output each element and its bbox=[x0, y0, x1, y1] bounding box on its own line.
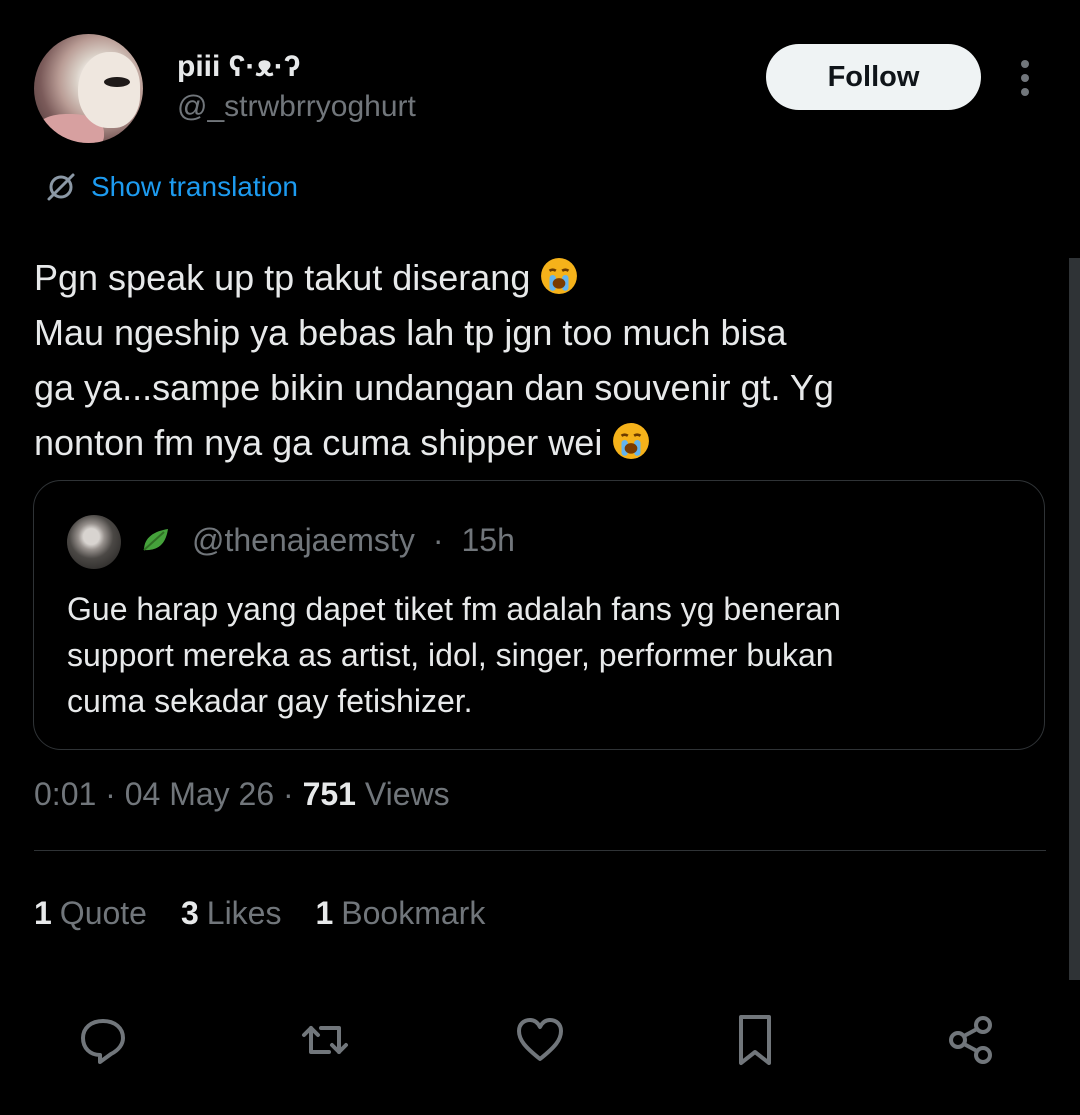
tweet-line: nonton fm nya ga cuma shipper wei bbox=[34, 415, 984, 470]
divider bbox=[34, 850, 1046, 851]
bookmark-icon bbox=[739, 1015, 771, 1065]
tweet-line: Mau ngeship ya bebas lah tp jgn too much… bbox=[34, 312, 787, 353]
tweet-date: 04 May 26 bbox=[124, 776, 275, 812]
quoted-line: support mereka as artist, idol, singer, … bbox=[67, 637, 834, 673]
tweet-text: Pgn speak up tp takut diserang Mau ngesh… bbox=[34, 250, 984, 470]
stat-quotes[interactable]: 1 Quote bbox=[34, 891, 147, 935]
share-button[interactable] bbox=[937, 1005, 1007, 1075]
engagement-stats: 1 Quote 3 Likes 1 Bookmark bbox=[34, 891, 485, 935]
avatar-face bbox=[78, 52, 140, 128]
show-translation-label: Show translation bbox=[91, 171, 299, 202]
show-translation-link[interactable]: Show translation bbox=[45, 171, 298, 203]
quoted-separator: · bbox=[432, 521, 444, 558]
meta-separator: · bbox=[105, 776, 125, 812]
author-handle[interactable]: @_strwbrryoghurt bbox=[177, 89, 416, 125]
share-icon bbox=[949, 1016, 992, 1064]
tweet-time: 0:01 bbox=[34, 776, 97, 812]
tweet-meta: 0:01 · 04 May 26 · 751 Views bbox=[34, 772, 450, 816]
views-label: Views bbox=[364, 776, 450, 812]
stat-bookmarks[interactable]: 1 Bookmark bbox=[315, 891, 485, 935]
action-bar bbox=[0, 1005, 1080, 1075]
quoted-line: Gue harap yang dapet tiket fm adalah fan… bbox=[67, 591, 841, 627]
like-icon bbox=[517, 1018, 563, 1061]
scrollbar[interactable] bbox=[1069, 258, 1080, 980]
green-leaf-icon bbox=[143, 529, 168, 551]
globe-translate-icon bbox=[47, 173, 75, 201]
quoted-author-handle[interactable]: @thenajaemsty bbox=[192, 522, 415, 559]
loudly-crying-face-emoji bbox=[541, 258, 578, 294]
follow-button[interactable]: Follow bbox=[766, 44, 981, 110]
quoted-line: cuma sekadar gay fetishizer. bbox=[67, 683, 473, 719]
retweet-icon bbox=[302, 1026, 348, 1054]
quoted-tweet-header: @thenajaemsty · 15h bbox=[136, 521, 515, 559]
retweet-button[interactable] bbox=[290, 1005, 360, 1075]
tweet-line: ga ya...sampe bikin undangan dan souveni… bbox=[34, 367, 834, 408]
loudly-crying-face-emoji bbox=[613, 423, 650, 459]
tweet-line: Pgn speak up tp takut diserang bbox=[34, 250, 984, 305]
author-display-name[interactable]: piii ʕ·ᴥ·ʔ bbox=[177, 49, 300, 85]
quoted-tweet-text: Gue harap yang dapet tiket fm adalah fan… bbox=[67, 586, 997, 724]
views-count: 751 bbox=[302, 776, 356, 812]
quoted-author-avatar[interactable] bbox=[67, 515, 121, 569]
reply-button[interactable] bbox=[68, 1005, 138, 1075]
stat-likes[interactable]: 3 Likes bbox=[181, 891, 282, 935]
vertical-ellipsis-icon bbox=[1021, 60, 1029, 96]
quoted-time: 15h bbox=[461, 521, 515, 558]
more-options-icon[interactable] bbox=[1010, 58, 1040, 98]
reply-icon bbox=[81, 1019, 125, 1064]
author-avatar[interactable] bbox=[34, 34, 143, 143]
avatar-eye bbox=[104, 77, 130, 87]
meta-separator: · bbox=[283, 776, 303, 812]
quoted-tweet-card[interactable]: @thenajaemsty · 15h Gue harap yang dapet… bbox=[33, 480, 1045, 750]
bookmark-button[interactable] bbox=[720, 1005, 790, 1075]
like-button[interactable] bbox=[505, 1005, 575, 1075]
